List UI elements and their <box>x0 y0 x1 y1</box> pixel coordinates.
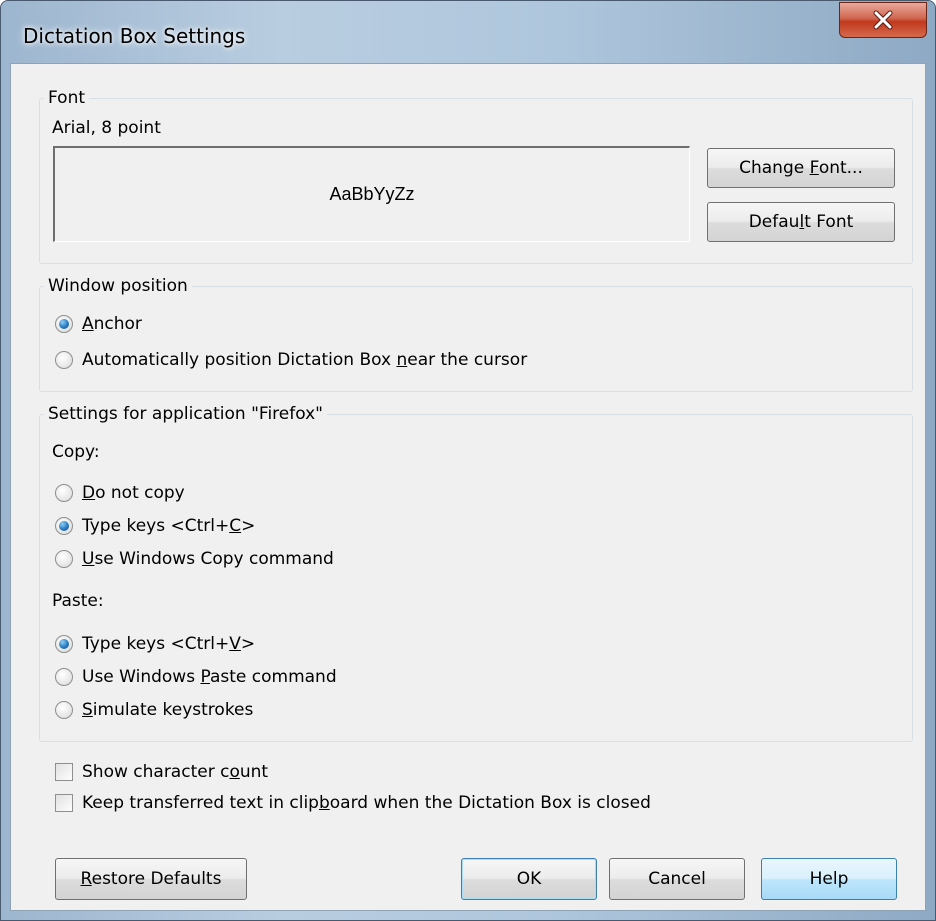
radio-simulate-keystrokes-label: Simulate keystrokes <box>82 700 254 720</box>
cancel-label: Cancel <box>648 869 706 889</box>
help-button[interactable]: Help <box>761 858 897 900</box>
window-title: Dictation Box Settings <box>23 24 246 48</box>
default-font-button[interactable]: Default Font <box>707 202 895 242</box>
radio-button[interactable] <box>55 484 73 502</box>
font-preview-text: AaBbYyZz <box>329 184 415 204</box>
restore-defaults-button[interactable]: Restore Defaults <box>55 858 247 900</box>
ok-button[interactable]: OK <box>461 858 597 900</box>
radio-button[interactable] <box>55 701 73 719</box>
change-font-button[interactable]: Change Font... <box>707 148 895 188</box>
help-label: Help <box>809 869 849 889</box>
ok-label: OK <box>516 869 542 889</box>
radio-windows-copy-label: Use Windows Copy command <box>82 549 334 569</box>
close-button[interactable] <box>839 2 927 38</box>
restore-defaults-label: Restore Defaults <box>80 869 222 889</box>
radio-button[interactable] <box>55 668 73 686</box>
radio-do-not-copy-label: Do not copy <box>82 483 185 503</box>
dialog-window: Dictation Box Settings Font Arial, 8 poi… <box>0 0 936 921</box>
window-position-legend: Window position <box>44 276 192 296</box>
radio-button[interactable] <box>55 635 73 653</box>
radio-copy-type-keys-label: Type keys <Ctrl+C> <box>82 516 256 536</box>
app-settings-group <box>39 414 913 742</box>
radio-button[interactable] <box>55 550 73 568</box>
window-position-group <box>39 286 913 392</box>
app-settings-legend: Settings for application "Firefox" <box>44 404 327 424</box>
font-preview: AaBbYyZz <box>53 146 690 242</box>
paste-label: Paste: <box>52 591 104 611</box>
checkbox[interactable] <box>55 794 73 812</box>
copy-label: Copy: <box>52 442 100 462</box>
radio-button[interactable] <box>55 351 73 369</box>
change-font-label: Change Font... <box>739 158 863 178</box>
close-icon <box>870 9 896 31</box>
checkbox[interactable] <box>55 763 73 781</box>
font-group-legend: Font <box>44 88 90 108</box>
radio-auto-position-label: Automatically position Dictation Box nea… <box>82 350 528 370</box>
current-font-label: Arial, 8 point <box>52 118 161 138</box>
title-bar[interactable]: Dictation Box Settings <box>1 1 935 63</box>
checkbox-keep-clipboard-label: Keep transferred text in clipboard when … <box>82 793 651 813</box>
radio-paste-type-keys-label: Type keys <Ctrl+V> <box>82 634 256 654</box>
cancel-button[interactable]: Cancel <box>609 858 745 900</box>
dialog-client-area: Font Arial, 8 point AaBbYyZz Change Font… <box>10 63 926 911</box>
radio-button[interactable] <box>55 517 73 535</box>
default-font-label: Default Font <box>748 212 854 232</box>
radio-button[interactable] <box>55 315 73 333</box>
checkbox-show-character-count-label: Show character count <box>82 762 269 782</box>
radio-windows-paste-label: Use Windows Paste command <box>82 667 337 687</box>
radio-anchor-label: Anchor <box>82 314 142 334</box>
